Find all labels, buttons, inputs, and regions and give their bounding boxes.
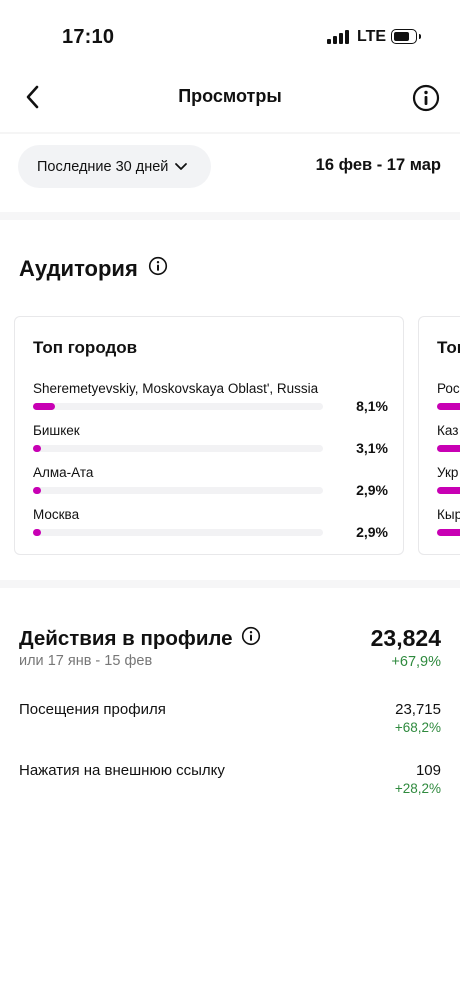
metric-change: +28,2% xyxy=(394,781,441,796)
country-name: Рос xyxy=(437,381,460,396)
profile-actions-title: Действия в профиле xyxy=(19,626,261,652)
country-bar xyxy=(437,445,460,452)
card-title: Топ xyxy=(437,338,460,357)
city-percent: 8,1% xyxy=(356,398,388,414)
city-row: Москва 2,9% xyxy=(33,507,388,547)
section-divider xyxy=(0,580,460,588)
country-name: Укр xyxy=(437,465,459,480)
card-title: Топ городов xyxy=(33,338,138,357)
country-bar xyxy=(437,403,460,410)
profile-actions-total: 23,824 xyxy=(370,625,441,651)
city-name: Алма-Ата xyxy=(33,465,94,480)
city-row: Sheremetyevskiy, Moskovskaya Oblast', Ru… xyxy=(33,381,388,421)
city-name: Москва xyxy=(33,507,80,522)
metric-label: Нажатия на внешнюю ссылку xyxy=(19,762,225,779)
profile-actions-title-text: Действия в профиле xyxy=(19,627,233,650)
section-divider xyxy=(0,212,460,220)
status-bar: 17:10 LTE xyxy=(0,0,460,70)
info-icon xyxy=(412,84,440,112)
country-row: Кыр xyxy=(437,507,460,536)
city-percent: 2,9% xyxy=(356,482,388,498)
profile-actions-info-icon[interactable] xyxy=(241,626,261,652)
city-bar xyxy=(33,487,41,494)
network-label: LTE xyxy=(357,28,387,45)
city-bar xyxy=(33,445,41,452)
city-bar xyxy=(33,529,41,536)
country-bar xyxy=(437,487,460,494)
audience-title-text: Аудитория xyxy=(19,256,138,281)
city-name: Бишкек xyxy=(33,423,80,438)
city-bar xyxy=(33,403,55,410)
city-percent: 2,9% xyxy=(356,524,388,540)
metric-label: Посещения профиля xyxy=(19,701,166,718)
date-range-selected: Последние 30 дней xyxy=(37,158,169,175)
status-time: 17:10 xyxy=(62,26,115,48)
top-cities-card[interactable]: Топ городов Sheremetyevskiy, Moskovskaya… xyxy=(14,316,404,555)
top-bar: Просмотры xyxy=(0,72,460,122)
country-name: Каз xyxy=(437,423,459,438)
top-countries-card[interactable]: Топ Рос Каз Укр Кыр xyxy=(418,316,460,555)
city-percent: 3,1% xyxy=(356,440,388,456)
city-bar-track xyxy=(33,403,323,410)
info-button[interactable] xyxy=(411,83,441,113)
country-row: Каз xyxy=(437,423,460,452)
compare-period: или 17 янв - 15 фев xyxy=(19,653,153,669)
page-title: Просмотры xyxy=(178,86,282,106)
city-row: Алма-Ата 2,9% xyxy=(33,465,388,505)
country-row: Рос xyxy=(437,381,460,410)
metric-value: 109 xyxy=(415,762,441,779)
audience-info-icon[interactable] xyxy=(148,256,168,282)
city-name: Sheremetyevskiy, Moskovskaya Oblast', Ru… xyxy=(33,381,319,396)
chevron-down-icon xyxy=(175,162,188,170)
country-name: Кыр xyxy=(437,507,460,522)
signal-icon xyxy=(327,30,349,44)
header-divider xyxy=(0,132,460,134)
country-row: Укр xyxy=(437,465,460,494)
profile-actions-total-change: +67,9% xyxy=(391,654,441,670)
city-bar-track xyxy=(33,487,323,494)
country-bar xyxy=(437,529,460,536)
audience-section-title: Аудитория xyxy=(19,256,168,282)
city-row: Бишкек 3,1% xyxy=(33,423,388,463)
city-bar-track xyxy=(33,529,323,536)
date-range-dropdown[interactable]: Последние 30 дней xyxy=(18,145,211,188)
battery-icon xyxy=(391,29,421,44)
date-range-text: 16 фев - 17 мар xyxy=(315,156,441,174)
metric-value: 23,715 xyxy=(395,701,441,718)
city-bar-track xyxy=(33,445,323,452)
metric-change: +68,2% xyxy=(394,720,441,735)
